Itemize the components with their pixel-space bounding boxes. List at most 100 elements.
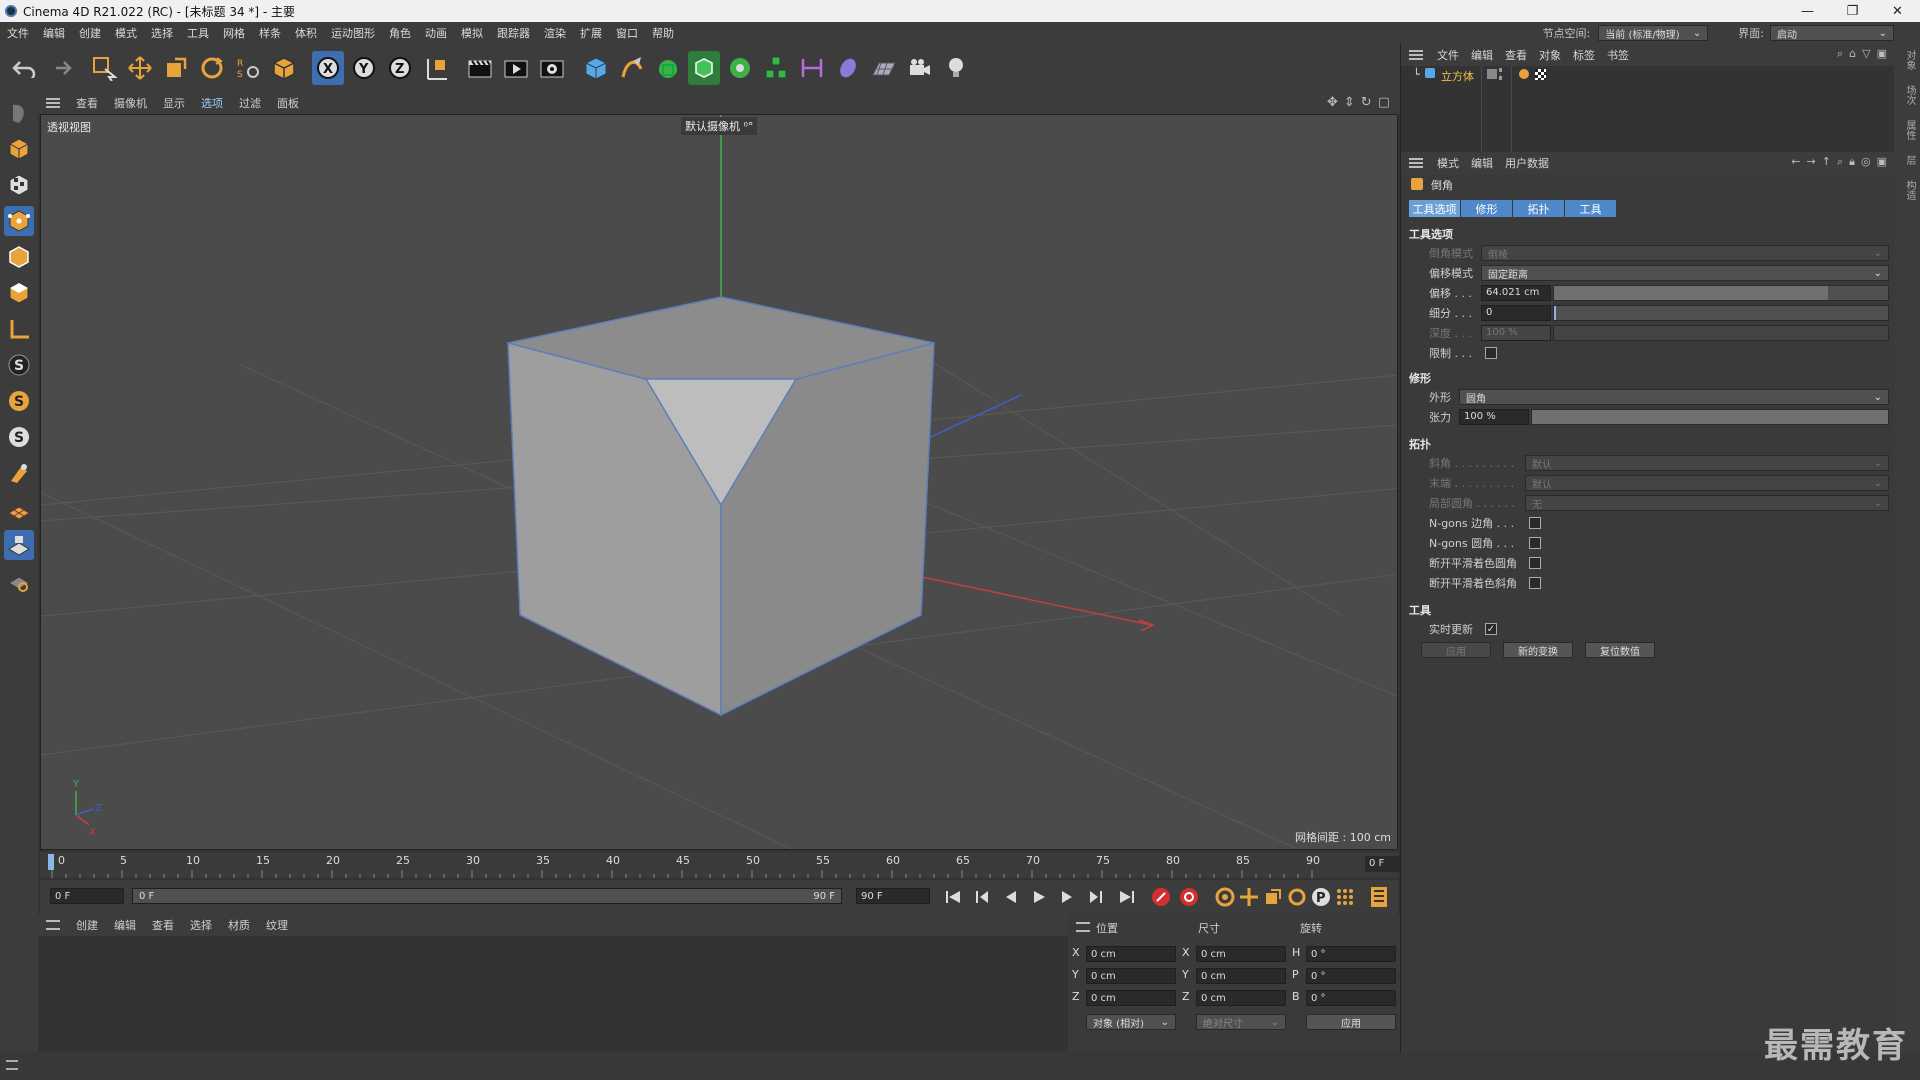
side-tab-structure[interactable]: 构造 [1897,180,1917,200]
new-transform-button[interactable]: 新的变换 [1503,642,1573,658]
pos-z-field[interactable]: 0 cm [1086,990,1176,1006]
break-phong-round-checkbox[interactable] [1529,557,1541,569]
status-menu-icon[interactable] [6,1060,18,1070]
menu-render[interactable]: 渲染 [537,25,573,41]
viewport-menu-options[interactable]: 选项 [193,95,231,111]
autokey-icon[interactable] [1178,886,1200,908]
menu-edit[interactable]: 编辑 [36,25,72,41]
pen-spline-icon[interactable] [616,51,648,85]
material-menu-material[interactable]: 材质 [220,917,258,933]
shape-select[interactable]: 圆角 [1459,389,1889,405]
material-menu-select[interactable]: 选择 [182,917,220,933]
subdivision-surface-icon[interactable] [652,51,684,85]
menu-mode[interactable]: 模式 [108,25,144,41]
viewport-menu-cameras[interactable]: 摄像机 [106,95,155,111]
menu-tools[interactable]: 工具 [180,25,216,41]
go-to-start-icon[interactable] [942,886,964,908]
material-menu-create[interactable]: 创建 [68,917,106,933]
limit-checkbox[interactable] [1485,347,1497,359]
viewport-maximize-icon[interactable]: ▢ [1378,95,1390,110]
previous-frame-icon[interactable] [1000,886,1022,908]
menu-mograph[interactable]: 运动图形 [324,25,382,41]
texture-mode-icon[interactable] [4,170,34,200]
size-z-field[interactable]: 0 cm [1196,990,1286,1006]
offset-slider[interactable] [1553,285,1889,301]
tension-slider[interactable] [1531,409,1889,425]
make-editable-icon[interactable] [4,98,34,128]
attribute-menu-edit[interactable]: 编辑 [1465,155,1499,171]
phong-tag-icon[interactable] [1519,69,1529,79]
cloner-icon[interactable] [724,51,756,85]
material-hamburger-icon[interactable] [46,920,60,930]
timeline-ruler[interactable]: 0 5 10 15 20 25 30 35 40 45 50 55 60 65 … [40,852,1435,878]
extrude-generator-icon[interactable] [688,51,720,85]
viewport-menu-display[interactable]: 显示 [155,95,193,111]
realtime-update-checkbox[interactable]: ✓ [1485,623,1497,635]
offset-mode-select[interactable]: 固定距离 [1481,265,1889,281]
snap-settings-icon[interactable]: S [4,386,34,416]
object-menu-edit[interactable]: 编辑 [1465,47,1499,63]
key-rotation-icon[interactable] [1286,886,1308,908]
pos-x-field[interactable]: 0 cm [1086,946,1176,962]
object-home-icon[interactable]: ⌂ [1849,47,1856,61]
coords-hamburger-icon[interactable] [1076,922,1090,932]
z-axis-lock-button[interactable]: Z [384,51,416,85]
object-menu-objects[interactable]: 对象 [1533,47,1567,63]
coords-mode-select[interactable]: 对象 (相对) [1086,1014,1176,1030]
key-position-icon[interactable] [1238,886,1260,908]
tab-topology[interactable]: 拓扑 [1513,200,1564,217]
tab-tool[interactable]: 工具 [1565,200,1616,217]
end-frame-field[interactable]: 90 F [856,888,930,904]
menu-animate[interactable]: 动画 [418,25,454,41]
viewport-hamburger-icon[interactable] [46,98,60,108]
attribute-menu-mode[interactable]: 模式 [1431,155,1465,171]
menu-window[interactable]: 窗口 [609,25,645,41]
material-list-area[interactable] [38,936,1068,1052]
attribute-menu-userdata[interactable]: 用户数据 [1499,155,1555,171]
coords-apply-button[interactable]: 应用 [1306,1014,1396,1030]
scale-icon[interactable] [160,51,192,85]
menu-simulate[interactable]: 模拟 [454,25,490,41]
timeline-playhead[interactable] [48,854,54,870]
polygons-mode-icon[interactable] [4,278,34,308]
camera-icon[interactable] [904,51,936,85]
depth-field[interactable]: 100 % [1481,325,1551,341]
render-view-icon[interactable] [464,51,496,85]
tab-shaping[interactable]: 修形 [1461,200,1512,217]
subdivision-field[interactable]: 0 [1481,305,1551,321]
tab-tool-options[interactable]: 工具选项 [1409,200,1460,217]
restore-button[interactable]: ❐ [1830,0,1875,22]
side-tab-objects[interactable]: 对象 [1897,50,1917,70]
menu-character[interactable]: 角色 [382,25,418,41]
viewport-menu-filter[interactable]: 过滤 [231,95,269,111]
object-row-cube[interactable]: └ 立方体 [1401,66,1895,152]
locked-workplane-icon[interactable] [4,530,34,560]
rot-h-field[interactable]: 0 ° [1306,946,1396,962]
depth-slider[interactable] [1553,325,1889,341]
bevel-mode-select[interactable]: 倒棱 [1481,245,1889,261]
beveled-cube[interactable] [507,296,935,717]
perspective-viewport[interactable]: Y Z X 透视视图 默认摄像机 ⁰° 网格间距 : 100 cm [40,114,1398,850]
workplane-snap-icon[interactable]: S [4,422,34,452]
key-scale-icon[interactable] [1262,886,1284,908]
next-frame-icon[interactable] [1056,886,1078,908]
miter-select[interactable]: 默认 [1525,455,1889,471]
object-editable-icon[interactable] [1487,69,1497,79]
menu-file[interactable]: 文件 [0,25,36,41]
key-point-level-icon[interactable] [1334,886,1356,908]
deformer-bend-icon[interactable] [796,51,828,85]
frame-range-slider[interactable]: 0 F 90 F [132,888,842,904]
go-to-end-icon[interactable] [1116,886,1138,908]
object-menu-bookmarks[interactable]: 书签 [1601,47,1635,63]
object-visibility-icon[interactable] [1499,68,1502,80]
object-name-cube[interactable]: 立方体 [1441,68,1474,84]
coords-size-select[interactable]: 绝对尺寸 [1196,1014,1286,1030]
attribute-up-icon[interactable]: ↑ [1822,155,1831,169]
play-icon[interactable] [1028,886,1050,908]
object-hamburger-icon[interactable] [1409,50,1423,60]
viewport-move-icon[interactable]: ✥ [1327,95,1338,110]
object-menu-tags[interactable]: 标签 [1567,47,1601,63]
redo-icon[interactable] [44,51,76,85]
tweak-mode-icon[interactable] [4,458,34,488]
object-search-icon[interactable]: ⌕ [1837,47,1843,61]
